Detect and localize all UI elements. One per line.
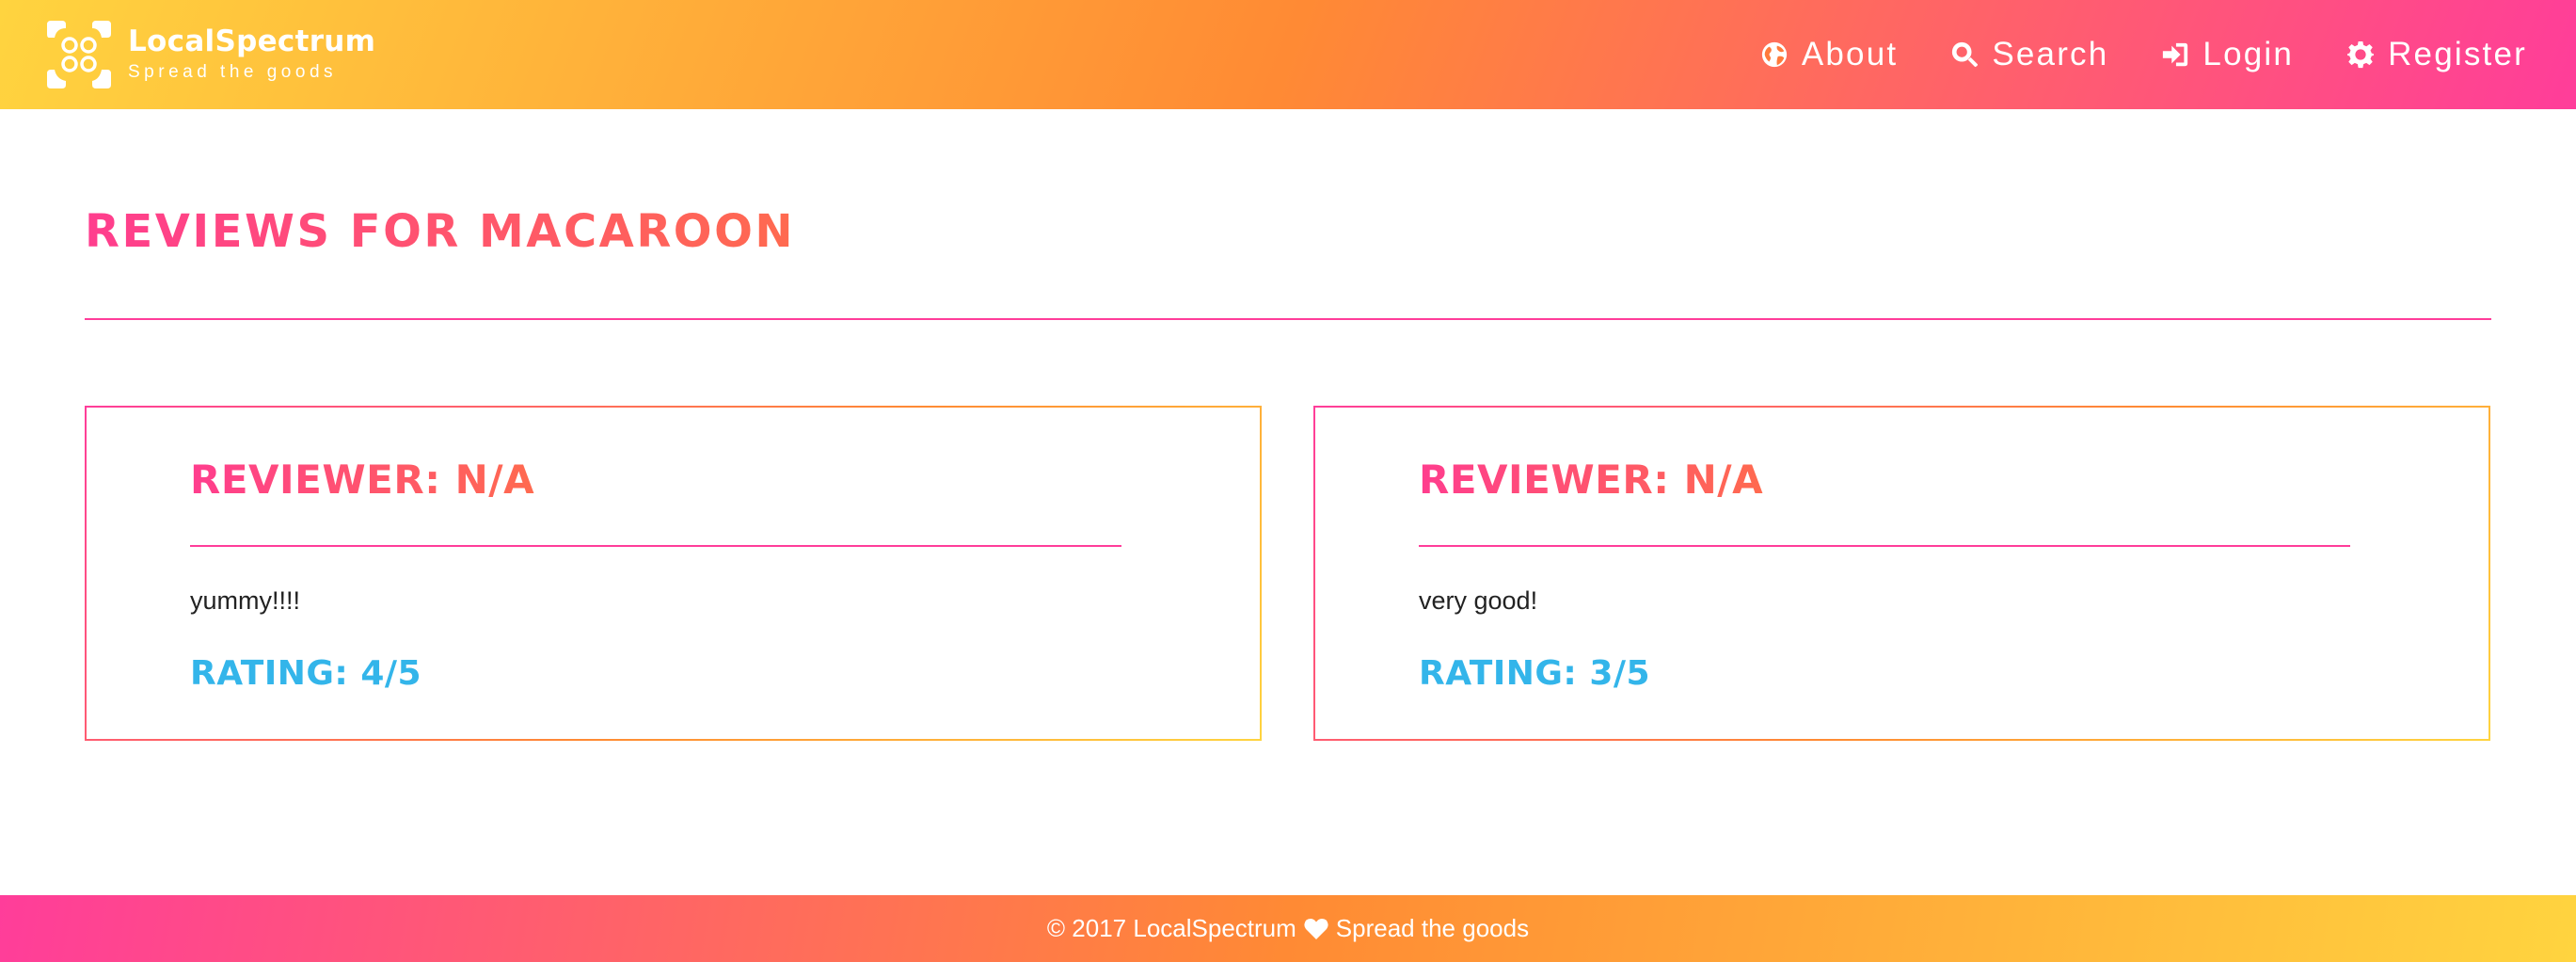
brand-logo-icon bbox=[47, 21, 111, 88]
nav-register-label: Register bbox=[2388, 36, 2527, 72]
nav-login-label: Login bbox=[2202, 36, 2295, 72]
brand-name: LocalSpectrum bbox=[128, 24, 376, 58]
review-comment: yummy!!!! bbox=[190, 586, 301, 615]
nav-about-label: About bbox=[1801, 36, 1899, 72]
nav-register-link[interactable]: Register bbox=[2346, 36, 2527, 73]
footer-copyright: © 2017 LocalSpectrum bbox=[1046, 914, 1296, 942]
footer-tagline: Spread the goods bbox=[1335, 914, 1530, 942]
nav-about-link[interactable]: About bbox=[1760, 36, 1898, 73]
review-reviewer: REVIEWER: N/A bbox=[1419, 457, 1764, 503]
page-title: REVIEWS FOR MACAROON bbox=[85, 205, 796, 258]
gear-icon bbox=[2347, 40, 2374, 69]
nav-search-label: Search bbox=[1992, 36, 2109, 72]
review-reviewer: REVIEWER: N/A bbox=[190, 457, 535, 503]
review-comment: very good! bbox=[1419, 586, 1538, 615]
brand-tagline: Spread the goods bbox=[128, 62, 338, 82]
footer: © 2017 LocalSpectrum Spread the goods bbox=[0, 895, 2576, 962]
navbar: LocalSpectrum Spread the goods About Sea… bbox=[0, 0, 2576, 109]
title-divider bbox=[85, 318, 2491, 320]
brand-text: LocalSpectrum Spread the goods bbox=[128, 24, 375, 85]
review-rating: RATING: 4/5 bbox=[190, 654, 422, 693]
review-card: REVIEWER: N/A very good! RATING: 3/5 bbox=[1313, 406, 2490, 741]
brand-logo-link[interactable]: LocalSpectrum Spread the goods bbox=[43, 19, 375, 90]
search-icon bbox=[1952, 41, 1979, 68]
review-card: REVIEWER: N/A yummy!!!! RATING: 4/5 bbox=[85, 406, 1262, 741]
heart-icon bbox=[1304, 918, 1328, 939]
review-divider bbox=[190, 545, 1121, 547]
main-nav: About Search Login Register bbox=[1708, 36, 2527, 73]
nav-login-link[interactable]: Login bbox=[2161, 36, 2294, 73]
review-rating: RATING: 3/5 bbox=[1419, 654, 1651, 693]
login-icon bbox=[2163, 42, 2188, 67]
review-divider bbox=[1419, 545, 2350, 547]
nav-search-link[interactable]: Search bbox=[1950, 36, 2108, 73]
globe-icon bbox=[1761, 41, 1787, 68]
